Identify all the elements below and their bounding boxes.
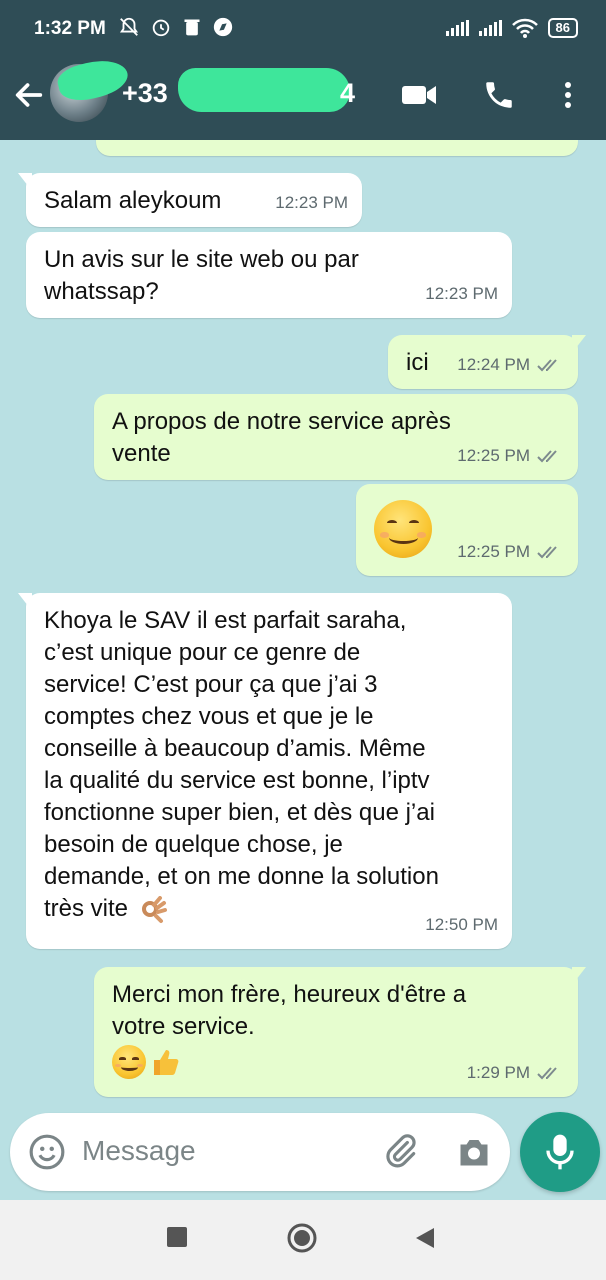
compass-icon — [213, 17, 233, 37]
message-bubble-outgoing[interactable]: A propos de notre service après vente 12… — [94, 394, 578, 480]
video-call-icon[interactable] — [400, 78, 438, 112]
phone-call-icon[interactable] — [482, 78, 516, 112]
bubble-tail — [18, 173, 32, 191]
message-bubble-outgoing[interactable]: ici 12:24 PM — [388, 335, 586, 389]
message-input[interactable]: Message — [82, 1135, 196, 1167]
message-meta: 1:29 PM — [467, 1057, 564, 1089]
redaction-mark-name — [178, 68, 350, 112]
message-time: 1:29 PM — [466, 1063, 530, 1082]
message-bubble-partial — [96, 140, 578, 156]
message-bubble-outgoing[interactable]: Merci mon frère, heureux d'être a votre … — [94, 967, 586, 1097]
voice-record-button[interactable] — [520, 1112, 600, 1192]
battery-icon: 86 — [547, 18, 578, 38]
chat-area[interactable]: Salam aleykoum 12:23 PM Un avis sur le s… — [0, 140, 606, 1110]
system-nav-bar — [0, 1200, 606, 1280]
message-bubble-incoming[interactable]: Un avis sur le site web ou par whatssap?… — [26, 232, 512, 318]
message-meta: 12:25 PM — [457, 536, 564, 568]
signal-icon-2 — [478, 20, 502, 36]
message-meta: 12:25 PM — [457, 440, 564, 472]
smiling-face-emoji — [374, 500, 432, 558]
bubble-tail — [572, 967, 586, 985]
bell-off-icon — [119, 17, 139, 36]
message-time: 12:25 PM — [457, 446, 530, 465]
message-meta: 12:24 PM — [457, 349, 564, 381]
status-icons-right: 86 — [445, 18, 578, 38]
microphone-icon — [546, 1134, 574, 1170]
message-bubble-incoming[interactable]: Salam aleykoum 12:23 PM — [18, 173, 362, 227]
signal-icon — [445, 20, 469, 36]
camera-icon[interactable] — [456, 1135, 492, 1169]
more-options-icon[interactable] — [560, 78, 576, 112]
double-check-icon — [537, 546, 557, 559]
back-nav-icon[interactable] — [414, 1226, 436, 1250]
double-check-icon — [537, 450, 557, 463]
back-arrow-icon[interactable] — [12, 78, 46, 112]
status-time: 1:32 PM — [34, 18, 106, 39]
wifi-icon — [511, 18, 538, 38]
message-time: 12:23 PM — [425, 284, 498, 303]
message-meta: 12:23 PM — [425, 278, 498, 310]
contact-name[interactable]: +33 — [122, 78, 168, 109]
contact-name-suffix: 4 — [340, 78, 356, 108]
double-check-icon — [537, 1067, 557, 1080]
home-icon[interactable] — [286, 1222, 318, 1254]
chat-header: +33 4 — [0, 54, 606, 140]
message-text: Khoya le SAV il est parfait saraha, c’es… — [44, 607, 439, 922]
message-input-bar[interactable]: Message — [10, 1113, 510, 1191]
message-bubble-outgoing[interactable]: 12:25 PM — [356, 484, 578, 576]
ok-hand-emoji — [139, 895, 167, 924]
top-bar: 1:32 PM 86 +33 4 — [0, 0, 606, 140]
message-meta: 12:50 PM — [425, 909, 498, 941]
bubble-tail — [572, 335, 586, 353]
smiling-face-emoji — [112, 1045, 146, 1079]
status-bar: 1:32 PM 86 — [0, 0, 606, 56]
message-bubble-incoming[interactable]: Khoya le SAV il est parfait saraha, c’es… — [18, 593, 512, 949]
recents-icon[interactable] — [166, 1226, 188, 1248]
emoji-icon[interactable] — [28, 1133, 66, 1171]
trash-icon — [184, 19, 200, 36]
alarm-icon — [152, 19, 170, 37]
double-check-icon — [537, 359, 557, 372]
message-text: Merci mon frère, heureux d'être a votre … — [112, 981, 467, 1040]
message-time: 12:25 PM — [457, 542, 530, 561]
bubble-tail — [18, 593, 32, 611]
thumbs-up-emoji — [154, 1050, 179, 1075]
message-time: 12:50 PM — [425, 915, 498, 934]
message-time: 12:24 PM — [457, 355, 530, 374]
message-time: 12:23 PM — [275, 193, 348, 212]
attachment-icon[interactable] — [382, 1133, 420, 1171]
status-icons-left — [118, 16, 234, 38]
message-meta: 12:23 PM — [275, 187, 348, 219]
